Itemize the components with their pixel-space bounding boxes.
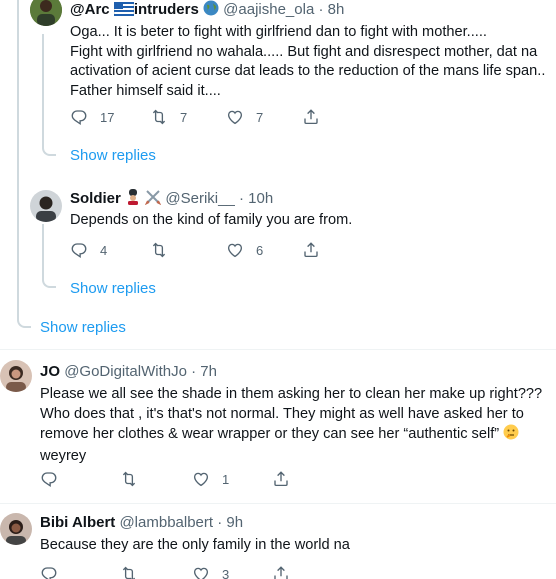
like-icon	[192, 470, 210, 488]
outer-thread-hook	[17, 316, 31, 328]
tweet-header: Bibi Albert @lambbalbert · 9h	[40, 513, 243, 533]
like-count: 3	[222, 566, 230, 579]
tweet-line: remove her clothes & wear wrapper or the…	[40, 426, 500, 442]
share-icon	[272, 565, 290, 579]
separator: ·	[191, 363, 197, 380]
display-name[interactable]: @Arc	[70, 1, 110, 18]
tweet-text: Please we all see the shade in them aski…	[40, 385, 542, 466]
separator: ·	[217, 514, 223, 531]
share-icon	[302, 108, 320, 126]
tweet-line: Father himself said it....	[70, 82, 221, 99]
inner-thread-hook	[42, 144, 56, 156]
separator: ·	[238, 190, 244, 207]
share-button[interactable]	[272, 470, 290, 488]
like-count: 7	[256, 109, 264, 125]
retweet-icon	[120, 470, 138, 488]
tweet-line: activation of acient curse dat leads to …	[70, 63, 546, 79]
retweet-icon	[120, 565, 138, 579]
reply-icon	[40, 565, 58, 579]
reply-button[interactable]: 4	[70, 241, 107, 259]
avatar[interactable]	[0, 360, 32, 392]
reply-thread: @Arc intruders @aajishe_ola · 8h Oga... …	[0, 0, 556, 579]
like-icon	[226, 108, 244, 126]
username[interactable]: @Seriki__	[165, 190, 234, 207]
like-button[interactable]: 6	[226, 241, 263, 259]
tweet-line: Fight with girlfriend no wahala..... But…	[70, 43, 538, 60]
username[interactable]: @lambbalbert	[119, 514, 213, 531]
retweet-icon	[150, 241, 168, 259]
timestamp[interactable]: 9h	[226, 514, 243, 531]
like-button[interactable]: 3	[192, 565, 229, 579]
like-icon	[192, 565, 210, 579]
reply-count: 4	[100, 242, 108, 258]
display-name-suffix[interactable]: intruders	[134, 1, 199, 18]
tweet-header: @Arc intruders @aajishe_ola · 8h	[70, 0, 344, 22]
retweet-button[interactable]	[120, 470, 150, 488]
reply-icon	[70, 241, 88, 259]
username[interactable]: @GoDigitalWithJo	[64, 363, 187, 380]
like-count: 1	[222, 471, 230, 487]
share-icon	[302, 241, 320, 259]
tweet-line: weyrey	[40, 447, 87, 464]
divider	[0, 349, 556, 350]
avatar[interactable]	[0, 513, 32, 545]
retweet-button[interactable]: 7	[150, 108, 187, 126]
display-name[interactable]: Bibi Albert	[40, 514, 115, 531]
retweet-button[interactable]	[150, 241, 180, 259]
guard-emoji-icon	[125, 189, 141, 211]
show-replies-link[interactable]: Show replies	[70, 146, 156, 166]
show-replies-link[interactable]: Show replies	[70, 279, 156, 299]
tweet-text: Oga... It is beter to fight with girlfri…	[70, 23, 545, 101]
share-button[interactable]	[302, 241, 320, 259]
timestamp[interactable]: 7h	[200, 363, 217, 380]
thinking-emoji-icon	[503, 424, 519, 447]
globe-emoji-icon	[203, 0, 219, 22]
tweet-line: Please we all see the shade in them aski…	[40, 386, 543, 402]
inner-thread-hook-2	[42, 276, 56, 288]
display-name[interactable]: Soldier	[70, 190, 121, 207]
like-button[interactable]: 1	[192, 470, 229, 488]
inner-thread-line-2	[42, 224, 44, 276]
outer-thread-line	[17, 0, 19, 316]
avatar[interactable]	[30, 0, 62, 26]
retweet-count: 7	[180, 109, 188, 125]
share-button[interactable]	[272, 565, 290, 579]
reply-button[interactable]	[40, 565, 70, 579]
tweet-line: Oga... It is beter to fight with girlfri…	[70, 24, 487, 40]
share-button[interactable]	[302, 108, 320, 126]
username[interactable]: @aajishe_ola	[223, 1, 314, 18]
timestamp[interactable]: 8h	[328, 1, 345, 18]
tweet-line: Who does that , it's that's not normal. …	[40, 405, 524, 422]
tweet-line: Because they are the only family in the …	[40, 537, 350, 553]
crossed-swords-emoji-icon	[144, 189, 162, 211]
reply-button[interactable]: 17	[70, 108, 114, 126]
tweet-text: Depends on the kind of family you are fr…	[70, 211, 352, 231]
like-count: 6	[256, 242, 264, 258]
avatar[interactable]	[30, 190, 62, 222]
tweet-line: Depends on the kind of family you are fr…	[70, 212, 353, 228]
retweet-icon	[150, 108, 168, 126]
retweet-button[interactable]	[120, 565, 150, 579]
flag-emoji-icon	[113, 1, 135, 22]
reply-icon	[40, 470, 58, 488]
tweet-text: Because they are the only family in the …	[40, 536, 350, 556]
separator: ·	[318, 1, 324, 18]
share-icon	[272, 470, 290, 488]
like-button[interactable]: 7	[226, 108, 263, 126]
tweet-header: Soldier @Seriki__ · 10h	[70, 189, 273, 211]
reply-button[interactable]	[40, 470, 70, 488]
reply-count: 17	[100, 109, 115, 125]
divider	[0, 503, 556, 504]
show-replies-link[interactable]: Show replies	[40, 318, 126, 338]
like-icon	[226, 241, 244, 259]
inner-thread-line	[42, 34, 44, 144]
reply-icon	[70, 108, 88, 126]
tweet-header: JO @GoDigitalWithJo · 7h	[40, 362, 217, 382]
timestamp[interactable]: 10h	[248, 190, 273, 207]
display-name[interactable]: JO	[40, 363, 60, 380]
